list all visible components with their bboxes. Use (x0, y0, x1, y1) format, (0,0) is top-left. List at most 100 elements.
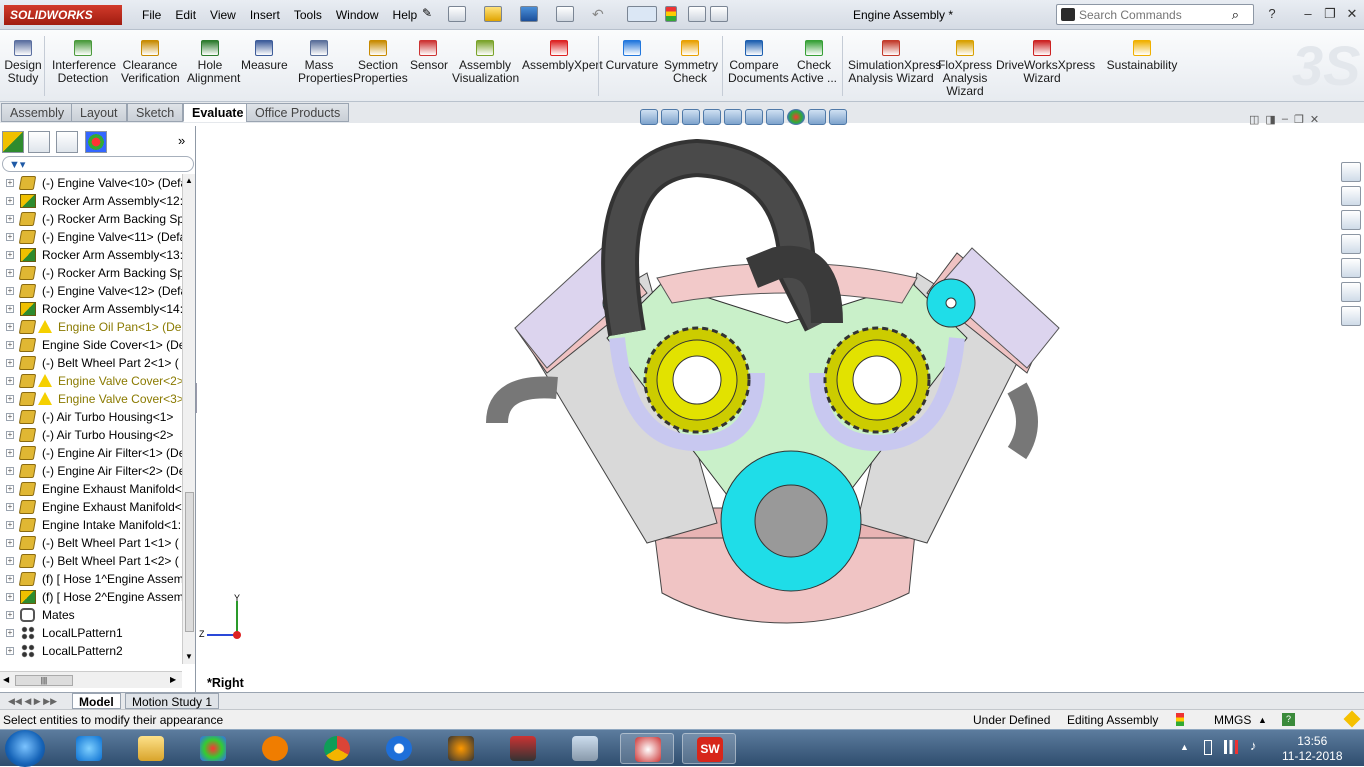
cmd-sensor-button[interactable]: Sensor (410, 32, 448, 72)
expand-toggle-icon[interactable]: + (6, 467, 14, 475)
tree-item[interactable]: + (-) Air Turbo Housing<1> (0, 408, 182, 426)
scroll-right-icon[interactable]: ▶ (170, 675, 176, 684)
viewport-tile-icon[interactable]: ◫ (1249, 113, 1259, 126)
edit-appearance-icon[interactable] (787, 109, 805, 125)
tree-item[interactable]: + Engine Valve Cover<2> (0, 372, 182, 390)
expand-toggle-icon[interactable]: + (6, 503, 14, 511)
options-icon[interactable] (710, 6, 728, 22)
tab-office-products[interactable]: Office Products (246, 103, 350, 122)
expand-toggle-icon[interactable]: + (6, 575, 14, 583)
tab-assembly[interactable]: Assembly (1, 103, 74, 122)
design-library-icon[interactable] (1341, 186, 1361, 206)
expand-toggle-icon[interactable]: + (6, 359, 14, 367)
tree-item[interactable]: + (-) Belt Wheel Part 2<1> ( (0, 354, 182, 372)
new-document-icon[interactable] (448, 6, 466, 22)
tree-item[interactable]: + Engine Exhaust Manifold< (0, 498, 182, 516)
tree-item[interactable]: + (-) Engine Air Filter<1> (De (0, 444, 182, 462)
cmd-hole-alignment-button[interactable]: Hole Alignment (187, 32, 240, 85)
menu-edit[interactable]: Edit (168, 8, 203, 22)
expand-toggle-icon[interactable]: + (6, 323, 14, 331)
tree-item[interactable]: + LocalLPattern1 (0, 624, 182, 642)
notification-icon[interactable] (1343, 710, 1361, 728)
minimize-icon[interactable]: – (1298, 5, 1318, 23)
tree-item[interactable]: + (-) Belt Wheel Part 1<1> ( (0, 534, 182, 552)
view-palette-icon[interactable] (1341, 234, 1361, 254)
taskbar-chrome[interactable] (310, 733, 364, 764)
taskbar-snipping[interactable] (620, 733, 674, 764)
tab-sketch[interactable]: Sketch (127, 103, 184, 122)
expand-toggle-icon[interactable]: + (6, 269, 14, 277)
expand-toggle-icon[interactable]: + (6, 521, 14, 529)
cmd-section-properties-button[interactable]: Section Properties (353, 32, 408, 85)
property-manager-tab-icon[interactable] (28, 131, 50, 153)
restore-icon[interactable]: ❐ (1320, 5, 1340, 23)
scroll-thumb[interactable] (185, 492, 194, 632)
expand-toggle-icon[interactable]: + (6, 341, 14, 349)
viewport-close-icon[interactable]: ✕ (1310, 113, 1319, 126)
cmd-mass-properties-button[interactable]: Mass Properties (298, 32, 353, 85)
apply-scene-icon[interactable] (808, 109, 826, 125)
print-icon[interactable] (556, 6, 574, 22)
tab-layout[interactable]: Layout (71, 103, 127, 122)
menu-view[interactable]: View (203, 8, 243, 22)
cmd-sustainability-button[interactable]: Sustainability (1106, 32, 1178, 72)
taskbar-ie[interactable] (62, 733, 116, 764)
tree-item[interactable]: + Mates (0, 606, 182, 624)
tree-item[interactable]: + (f) [ Hose 2^Engine Assem (0, 588, 182, 606)
zoom-to-fit-icon[interactable] (640, 109, 658, 125)
expand-toggle-icon[interactable]: + (6, 485, 14, 493)
tree-item[interactable]: + Engine Intake Manifold<1: (0, 516, 182, 534)
tree-item[interactable]: + Engine Oil Pan<1> (De (0, 318, 182, 336)
taskbar-clock[interactable]: 13:56 11-12-2018 (1282, 734, 1343, 764)
tree-item[interactable]: + (-) Engine Air Filter<2> (De (0, 462, 182, 480)
tab-evaluate[interactable]: Evaluate (183, 103, 253, 122)
engine-model[interactable] (197, 123, 1364, 692)
expand-toggle-icon[interactable]: + (6, 557, 14, 565)
expand-toggle-icon[interactable]: + (6, 305, 14, 313)
appearances-icon[interactable] (1341, 258, 1361, 278)
feature-tree-tab-icon[interactable] (2, 131, 24, 153)
tree-item[interactable]: + (-) Belt Wheel Part 1<2> ( (0, 552, 182, 570)
volume-icon[interactable]: ♪ (1250, 738, 1257, 753)
cmd-driveworks-button[interactable]: DriveWorksXpress Wizard (996, 32, 1095, 85)
expand-toggle-icon[interactable]: + (6, 395, 14, 403)
scroll-up-icon[interactable]: ▲ (185, 176, 193, 185)
view-settings-icon[interactable] (829, 109, 847, 125)
viewport-split-icon[interactable]: ◨ (1265, 113, 1275, 126)
expand-toggle-icon[interactable]: + (6, 197, 14, 205)
expand-panel-icon[interactable]: » (178, 133, 185, 148)
custom-properties-icon[interactable] (1341, 282, 1361, 302)
battery-icon[interactable] (1204, 740, 1212, 755)
zoom-to-area-icon[interactable] (661, 109, 679, 125)
expand-toggle-icon[interactable]: + (6, 287, 14, 295)
save-icon[interactable] (520, 6, 538, 22)
solidworks-resources-icon[interactable] (1341, 162, 1361, 182)
taskbar-paint[interactable] (186, 733, 240, 764)
cmd-interference-button[interactable]: Interference Detection (52, 32, 116, 85)
viewport-minimize-icon[interactable]: – (1282, 113, 1288, 126)
tab-scroll-icon[interactable]: ◀◀ ◀ ▶ ▶▶ (2, 693, 63, 709)
expand-toggle-icon[interactable]: + (6, 449, 14, 457)
cmd-compare-button[interactable]: Compare Documents (728, 32, 789, 85)
hide-show-items-icon[interactable] (766, 109, 784, 125)
undo-icon[interactable]: ↶ (592, 6, 610, 22)
taskbar-photos[interactable] (496, 733, 550, 764)
display-style-icon[interactable] (745, 109, 763, 125)
expand-toggle-icon[interactable]: + (6, 611, 14, 619)
tree-item[interactable]: + (-) Engine Valve<12> (Defa (0, 282, 182, 300)
view-orientation-icon[interactable] (724, 109, 742, 125)
configuration-manager-tab-icon[interactable] (56, 131, 78, 153)
start-button[interactable] (5, 730, 45, 767)
menu-tools[interactable]: Tools (287, 8, 329, 22)
expand-toggle-icon[interactable]: + (6, 251, 14, 259)
rebuild-icon[interactable] (665, 6, 677, 22)
expand-toggle-icon[interactable]: + (6, 377, 14, 385)
menu-insert[interactable]: Insert (243, 8, 287, 22)
pin-icon[interactable]: ✎ (422, 6, 440, 22)
section-view-icon[interactable] (703, 109, 721, 125)
cmd-assembly-visualization-button[interactable]: Assembly Visualization (452, 32, 519, 85)
tree-vertical-scrollbar[interactable]: ▲ ▼ (182, 174, 195, 664)
menu-file[interactable]: File (135, 8, 168, 22)
cmd-check-active-button[interactable]: Check Active ... (790, 32, 838, 85)
cmd-curvature-button[interactable]: Curvature (604, 32, 660, 72)
